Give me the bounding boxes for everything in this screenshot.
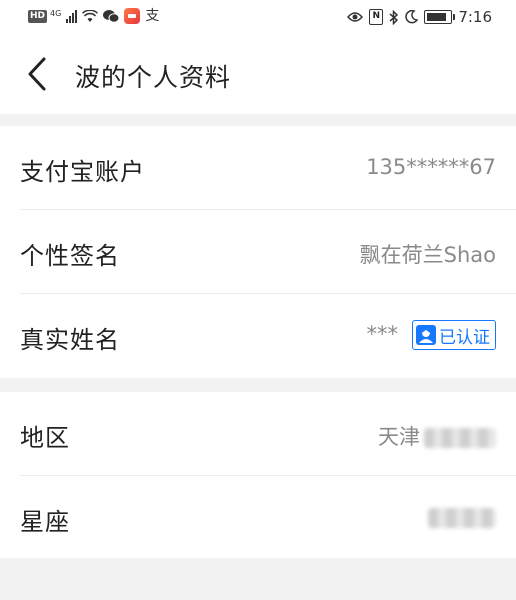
row-signature[interactable]: 个性签名 飘在荷兰Shao	[0, 210, 516, 294]
hd-badge: HD	[28, 9, 48, 23]
row-label: 地区	[20, 424, 70, 452]
status-time: 7:16	[458, 8, 492, 26]
chevron-left-icon	[28, 57, 46, 91]
row-region[interactable]: 地区 天津	[0, 392, 516, 476]
verified-badge: 已认证	[412, 320, 496, 350]
row-value: ***	[366, 322, 399, 346]
row-value-wrap	[424, 505, 496, 529]
network-type: 4G	[50, 8, 62, 18]
page-title: 波的个人资料	[75, 63, 232, 92]
redacted-region	[424, 428, 496, 448]
wifi-icon	[82, 9, 99, 22]
status-bar: HD 4G 支 N 7:16	[0, 0, 516, 36]
verified-person-icon	[416, 325, 436, 345]
verified-badge-label: 已认证	[439, 327, 490, 348]
row-label: 星座	[20, 508, 70, 536]
redacted-region	[428, 508, 496, 528]
row-value: 天津	[378, 425, 420, 449]
eye-icon	[347, 12, 364, 22]
profile-main-section: 支付宝账户 135******67 个性签名 飘在荷兰Shao 真实姓名 ***…	[0, 126, 516, 378]
nav-bar: 波的个人资料	[0, 36, 516, 114]
alipay-icon: 支	[145, 8, 160, 24]
battery-icon	[424, 10, 456, 24]
row-real-name[interactable]: 真实姓名 *** 已认证	[0, 294, 516, 378]
back-button[interactable]	[24, 56, 52, 92]
row-zodiac[interactable]: 星座	[0, 476, 516, 560]
wechat-icon	[103, 10, 120, 23]
status-bar-left: HD 4G 支	[28, 8, 159, 24]
bluetooth-icon	[389, 9, 399, 25]
moon-icon	[405, 10, 419, 24]
row-label: 个性签名	[20, 242, 120, 270]
nfc-icon: N	[369, 9, 384, 25]
row-label: 支付宝账户	[20, 158, 145, 186]
row-label: 真实姓名	[20, 326, 120, 354]
row-value-wrap: 天津	[378, 421, 496, 451]
status-bar-right: N 7:16	[347, 8, 492, 26]
row-value: 飘在荷兰Shao	[359, 243, 496, 267]
profile-location-section: 地区 天津 星座	[0, 392, 516, 558]
signal-icon	[66, 9, 78, 23]
app-tile-icon	[124, 8, 141, 24]
row-value: 135******67	[366, 155, 496, 179]
row-alipay-account[interactable]: 支付宝账户 135******67	[0, 126, 516, 210]
